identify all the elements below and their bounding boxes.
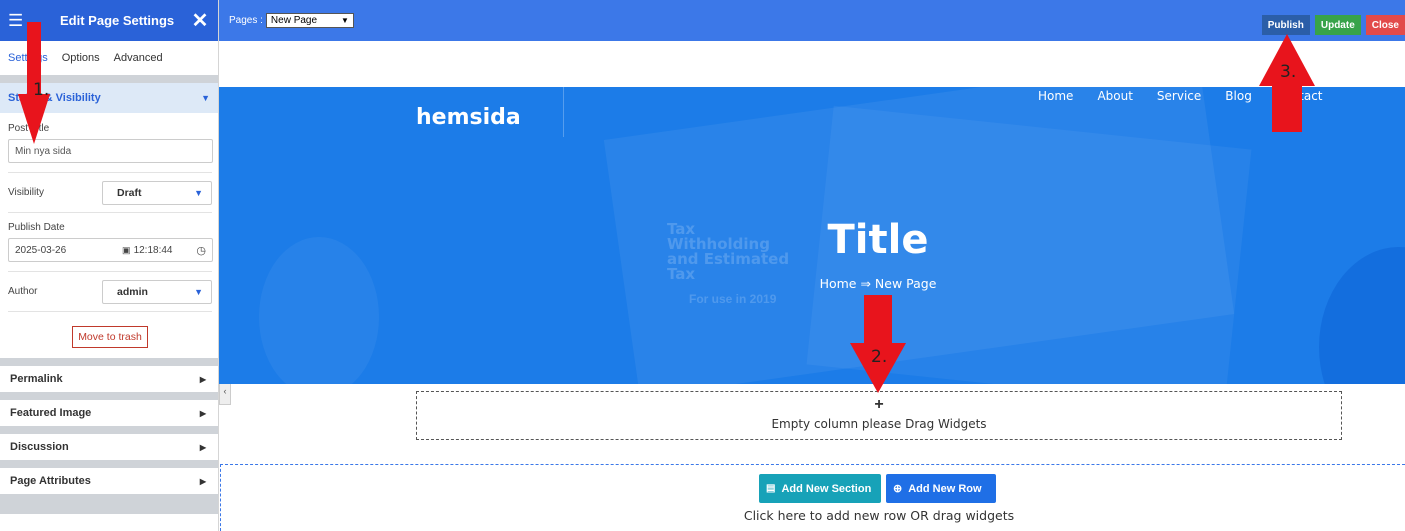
accordion-label: Discussion: [10, 441, 69, 453]
document-icon: ▤: [766, 483, 776, 494]
add-row-label: Add New Row: [908, 482, 982, 495]
breadcrumb: Home ⇒ New Page: [819, 276, 937, 291]
accordion-label: Page Attributes: [10, 475, 91, 487]
plus-circle-icon: ⊕: [893, 483, 903, 495]
author-value: admin: [117, 285, 148, 298]
builder-toolbar: Pages : New Page ▼ Publish Update Close: [219, 0, 1405, 41]
arrow-head: [18, 94, 50, 144]
chevron-down-icon: ▼: [194, 286, 203, 297]
arrow-shaft: [864, 295, 892, 345]
add-hint-text: Click here to add new row OR drag widget…: [743, 508, 1015, 523]
annotation-arrow-3: [1259, 34, 1317, 134]
publish-date-label: Publish Date: [8, 222, 65, 233]
caret-right-icon: ▶: [199, 476, 206, 486]
accordion-label: Featured Image: [10, 407, 92, 419]
brand-divider: [563, 87, 564, 137]
accordion-discussion[interactable]: Discussion ▶: [0, 426, 218, 460]
site-logo-text[interactable]: hemsida: [416, 105, 521, 130]
update-button[interactable]: Update: [1314, 15, 1361, 35]
sidebar-title: Edit Page Settings: [60, 13, 175, 28]
trash-wrap: Move to trash: [8, 326, 212, 348]
nav-home[interactable]: Home: [1038, 89, 1073, 103]
annotation-label-2: 2.: [871, 347, 888, 367]
move-to-trash-button[interactable]: Move to trash: [72, 326, 148, 348]
chevron-down-icon: ▼: [341, 16, 349, 25]
pages-value: New Page: [270, 15, 318, 26]
page-title: Title: [827, 217, 929, 263]
add-buttons: ▤ Add New Section ⊕ Add New Row: [759, 474, 996, 503]
pages-label: Pages :: [229, 15, 263, 26]
accordion-permalink[interactable]: Permalink ▶: [0, 358, 218, 392]
publish-button[interactable]: Publish: [1261, 15, 1310, 35]
tab-advanced[interactable]: Advanced: [114, 52, 163, 64]
status-visibility-panel: Post Title Min nya sida Visibility Draft…: [0, 123, 218, 348]
publish-date-input[interactable]: 2025-03-26 ▣ 12:18:44 ◷: [8, 238, 213, 262]
calendar-icon[interactable]: ▣: [122, 245, 131, 256]
visibility-label: Visibility: [8, 187, 44, 198]
author-row: Author admin ▼: [8, 272, 212, 312]
accordion-label: Permalink: [10, 373, 63, 385]
arrow-shaft: [1272, 84, 1302, 132]
chevron-down-icon: ▼: [194, 187, 203, 198]
close-icon[interactable]: ✕: [190, 8, 210, 33]
add-new-section-button[interactable]: ▤ Add New Section: [759, 474, 881, 503]
visibility-row: Visibility Draft ▼: [8, 173, 212, 213]
caret-down-icon: ▼: [201, 93, 210, 103]
add-section-label: Add New Section: [781, 482, 872, 495]
date-value: 2025-03-26: [15, 244, 67, 256]
annotation-label-3: 3.: [1280, 62, 1297, 82]
caret-right-icon: ▶: [199, 374, 206, 384]
caret-right-icon: ▶: [199, 442, 206, 452]
hero-section[interactable]: Tax Withholding and Estimated Tax For us…: [219, 87, 1405, 384]
accordion-page-attributes[interactable]: Page Attributes ▶: [0, 460, 218, 494]
author-label: Author: [8, 286, 38, 297]
time-group: ▣ 12:18:44: [122, 245, 172, 256]
nav-about[interactable]: About: [1097, 89, 1132, 103]
annotation-label-1: 1.: [33, 80, 50, 100]
pages-select[interactable]: New Page ▼: [265, 13, 354, 28]
time-value: 12:18:44: [133, 244, 173, 256]
accordion-featured-image[interactable]: Featured Image ▶: [0, 392, 218, 426]
close-button[interactable]: Close: [1365, 15, 1405, 35]
add-new-row-button[interactable]: ⊕ Add New Row: [886, 474, 996, 503]
clock-icon[interactable]: ◷: [196, 244, 206, 257]
visibility-value: Draft: [117, 186, 142, 199]
divider: [8, 163, 212, 173]
nav-service[interactable]: Service: [1157, 89, 1201, 103]
divider: [8, 262, 212, 272]
author-select[interactable]: admin ▼: [102, 279, 212, 304]
caret-right-icon: ▶: [199, 408, 206, 418]
hero-background-shape: [1319, 247, 1405, 384]
visibility-select[interactable]: Draft ▼: [102, 180, 212, 205]
hero-background-year: For use in 2019: [689, 292, 777, 306]
toolbar-actions: Publish Update Close: [1261, 15, 1405, 35]
nav-blog[interactable]: Blog: [1225, 89, 1252, 103]
empty-column-text: Empty column please Drag Widgets: [771, 417, 987, 431]
